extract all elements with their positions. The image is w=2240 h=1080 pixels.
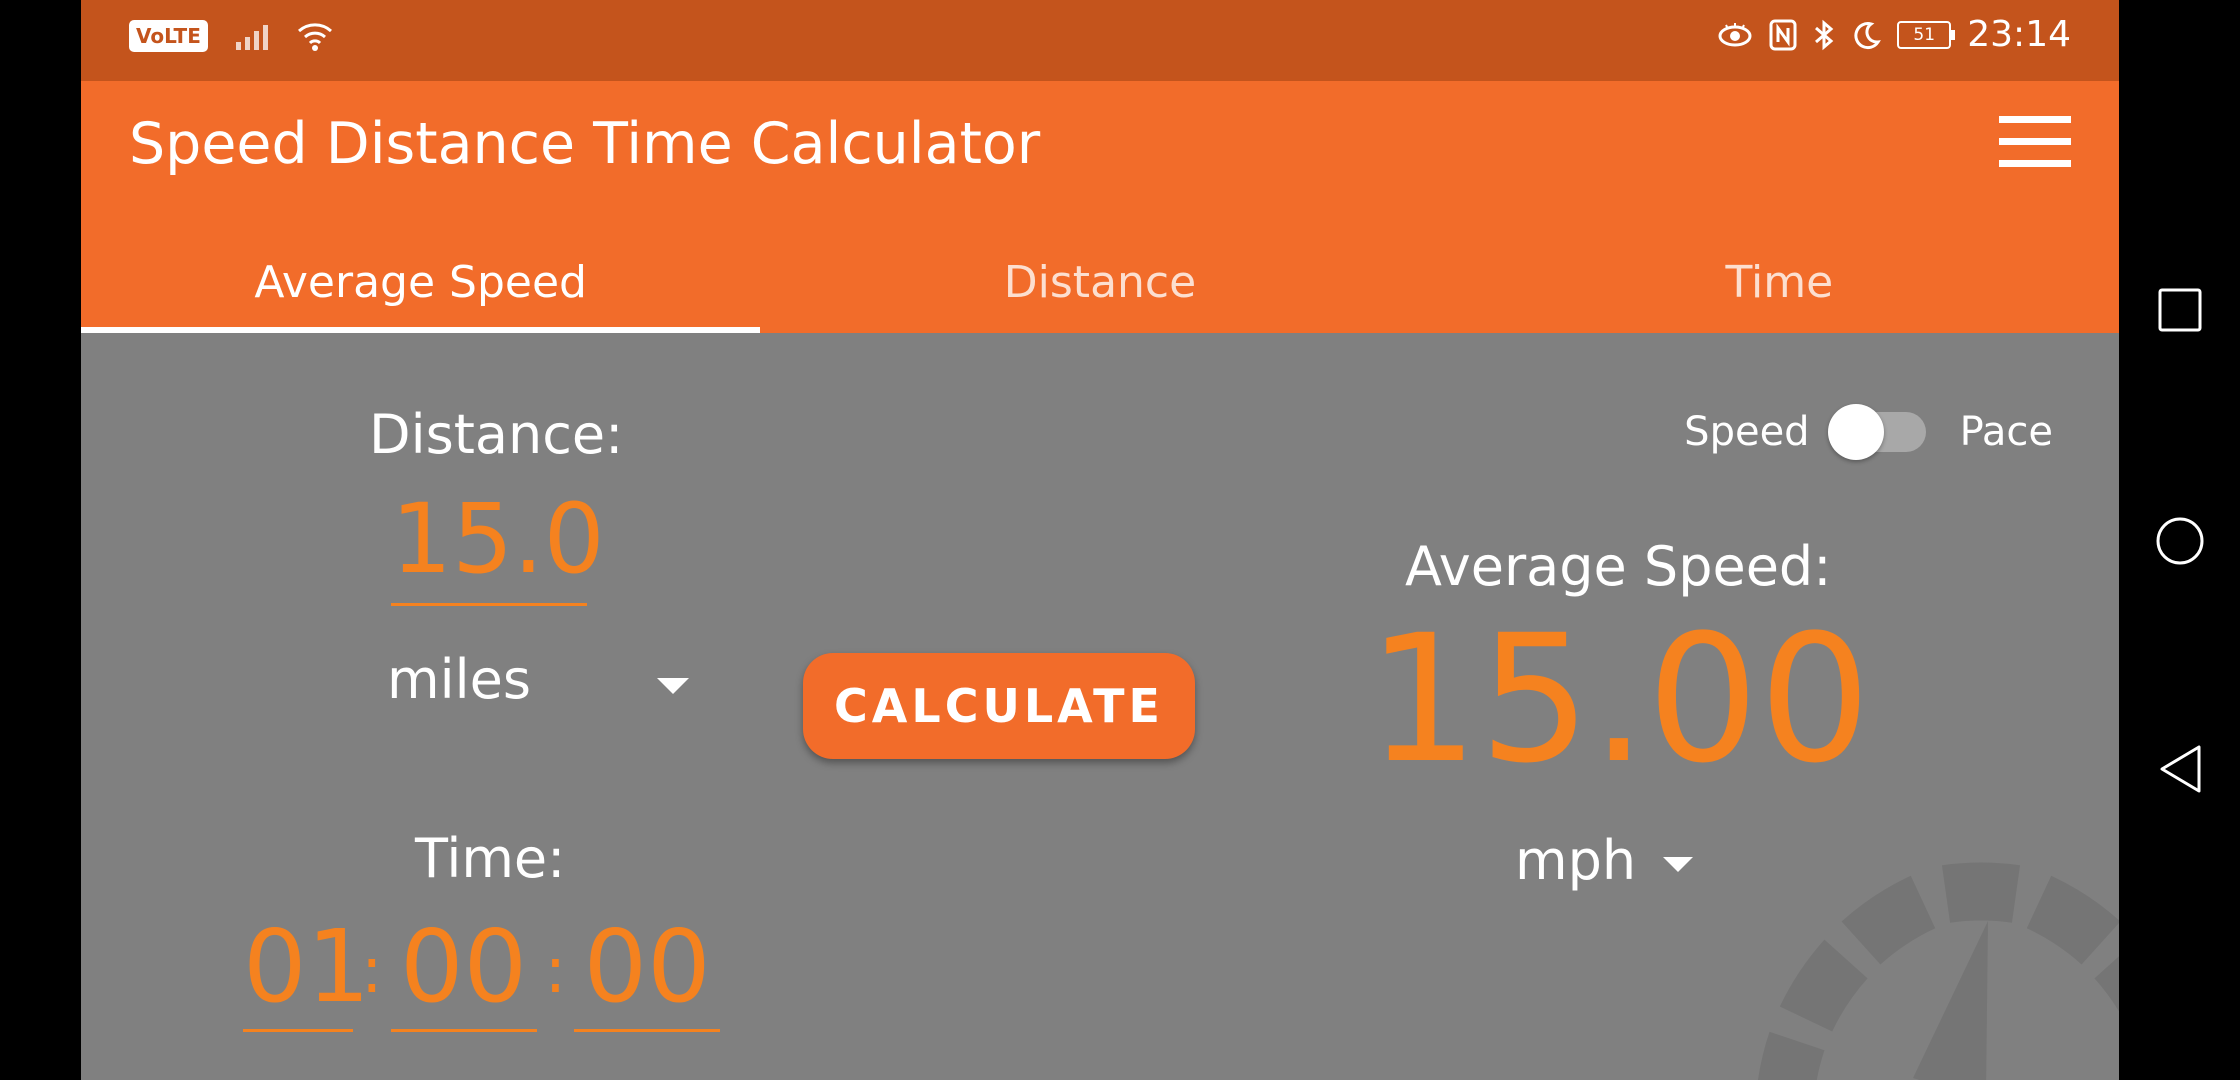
- distance-input[interactable]: 15.0: [391, 483, 605, 606]
- distance-unit-value: miles: [387, 648, 531, 711]
- speedometer-icon: [1758, 862, 2119, 1080]
- calculator-panel: Distance: 15.0 miles Time: 01 : 00 : 00 …: [81, 333, 2119, 1080]
- average-speed-value: 15.00: [1367, 597, 1871, 802]
- app-title: Speed Distance Time Calculator: [129, 111, 1041, 177]
- chevron-down-icon: [1663, 857, 1693, 872]
- nfc-icon: [1769, 19, 1797, 50]
- status-left: VoLTE: [129, 20, 334, 52]
- speed-pace-toggle[interactable]: [1827, 404, 1926, 460]
- volte-badge: VoLTE: [129, 20, 208, 52]
- tab-average-speed[interactable]: Average Speed: [81, 231, 761, 333]
- calculate-button[interactable]: CALCULATE: [803, 653, 1195, 759]
- time-inputs: 01 : 00 : 00: [243, 908, 721, 1032]
- speed-pace-toggle-row: Speed Pace: [1684, 404, 2053, 460]
- average-speed-label: Average Speed:: [1405, 535, 1832, 598]
- eye-icon: [1718, 22, 1752, 46]
- toggle-pace-label: Pace: [1959, 409, 2053, 455]
- app-screen: VoLTE 51 23:14 Speed Distance Time Calcu…: [81, 0, 2119, 1080]
- status-bar: VoLTE 51 23:14: [81, 0, 2119, 81]
- tab-time[interactable]: Time: [1440, 231, 2119, 333]
- distance-unit-select[interactable]: miles: [387, 648, 709, 718]
- time-separator: :: [361, 934, 383, 1008]
- menu-icon[interactable]: [1999, 116, 2071, 170]
- signal-icon: [235, 22, 268, 50]
- battery-icon: 51: [1897, 20, 1956, 49]
- toggle-knob: [1827, 404, 1884, 460]
- clock: 23:14: [1967, 14, 2071, 55]
- chevron-down-icon: [657, 678, 689, 694]
- back-icon[interactable]: [2158, 744, 2204, 794]
- seconds-input[interactable]: 00: [574, 908, 721, 1032]
- distance-label: Distance:: [369, 403, 624, 466]
- minutes-input[interactable]: 00: [390, 908, 537, 1032]
- speed-unit-value: mph: [1515, 829, 1637, 892]
- hours-input[interactable]: 01: [243, 908, 370, 1032]
- tab-bar: Average Speed Distance Time: [81, 231, 2119, 333]
- toggle-speed-label: Speed: [1684, 409, 1810, 455]
- speed-unit-select[interactable]: mph: [1515, 829, 1715, 899]
- time-label: Time:: [415, 827, 566, 890]
- time-separator: :: [544, 934, 567, 1008]
- tab-distance[interactable]: Distance: [760, 231, 1439, 333]
- status-right: 51 23:14: [1717, 14, 2071, 55]
- app-bar: Speed Distance Time Calculator Average S…: [81, 81, 2119, 333]
- recent-apps-icon[interactable]: [2157, 287, 2203, 333]
- bluetooth-icon: [1815, 19, 1834, 50]
- wifi-icon: [297, 23, 332, 51]
- moon-icon: [1854, 21, 1882, 49]
- home-icon[interactable]: [2155, 516, 2205, 566]
